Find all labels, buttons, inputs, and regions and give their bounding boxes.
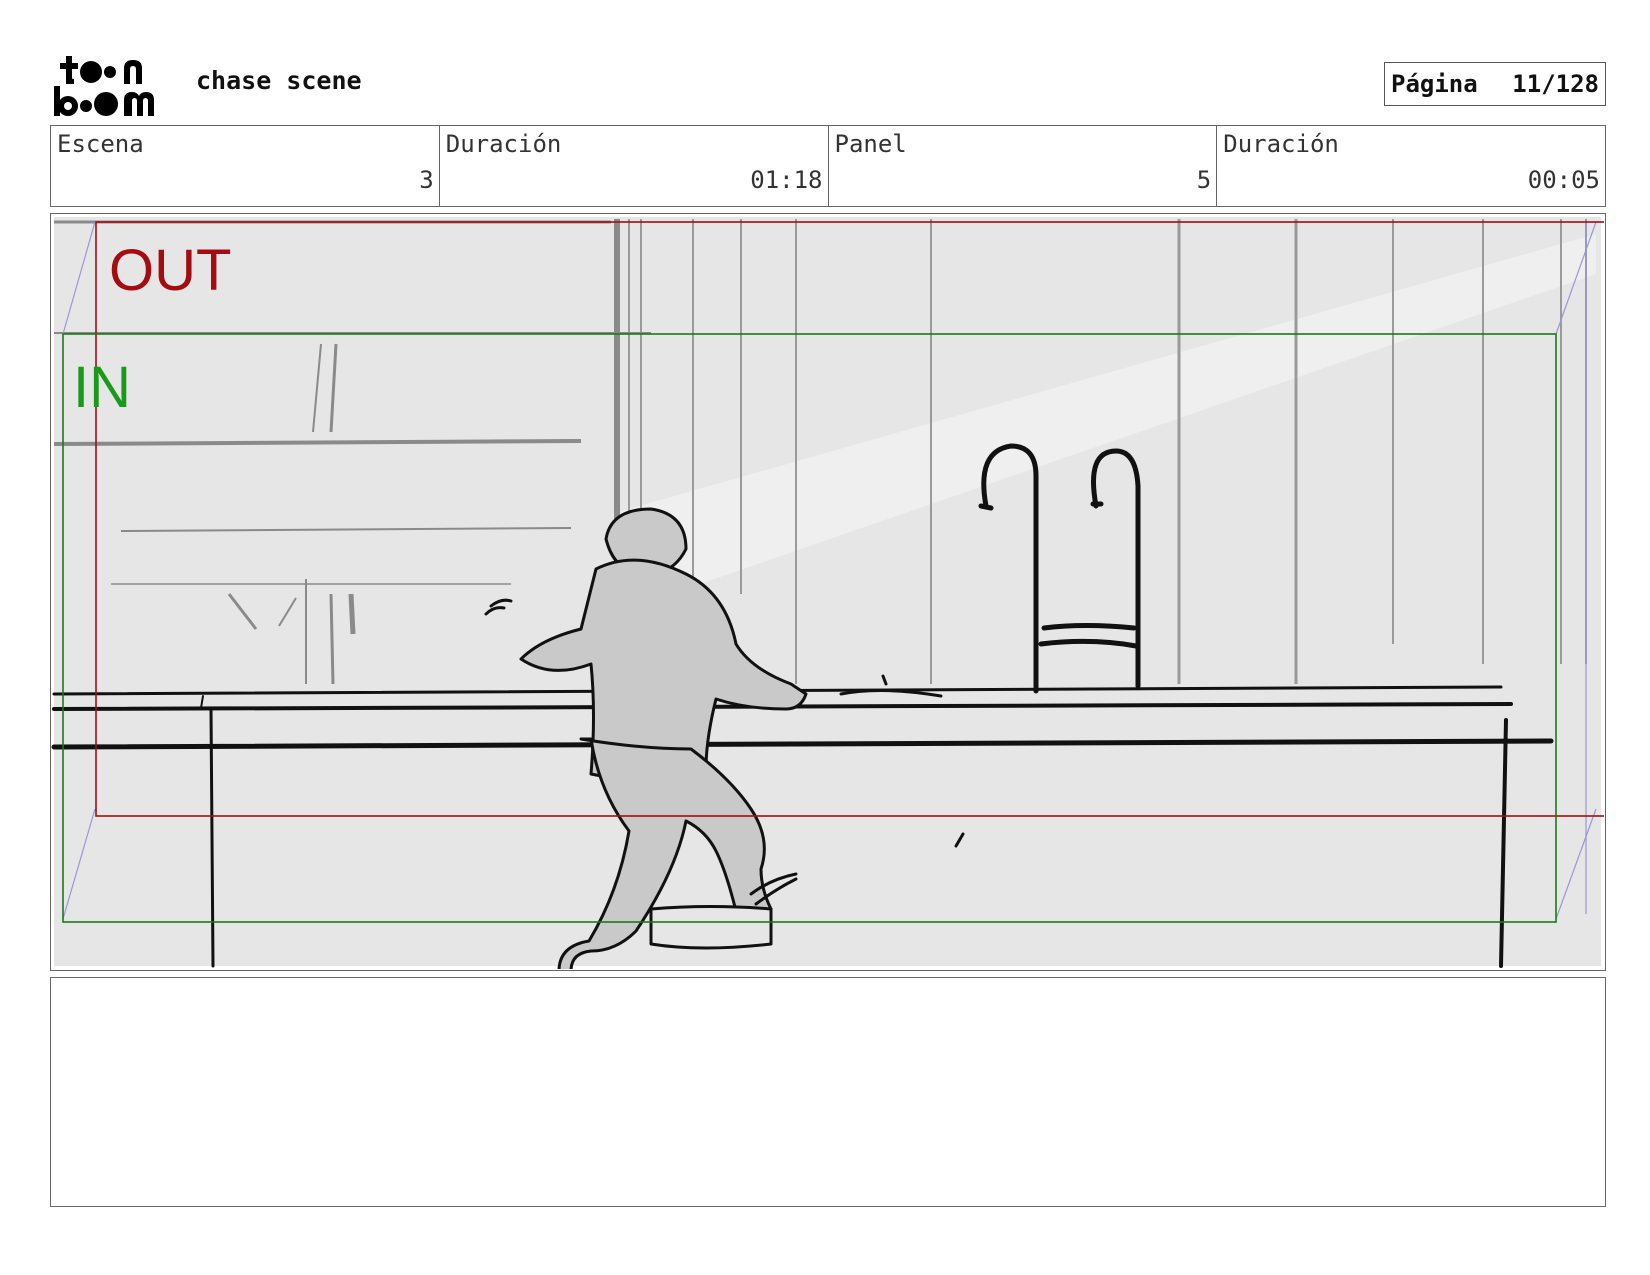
panel-notes-box[interactable] xyxy=(50,977,1606,1207)
scene-value: 3 xyxy=(419,166,434,194)
page-indicator: Página 11/128 xyxy=(1384,62,1606,106)
page-label: Página xyxy=(1391,70,1478,98)
in-frame-label: IN xyxy=(73,355,131,420)
panel-duration-label: Duración xyxy=(1223,130,1339,158)
out-frame-label: OUT xyxy=(109,238,232,303)
scene-label: Escena xyxy=(57,130,144,158)
panel-label: Panel xyxy=(834,130,907,158)
scene-duration-value: 01:18 xyxy=(750,166,823,194)
scene-duration-label: Duración xyxy=(445,130,562,158)
panel-sketch xyxy=(51,217,1604,969)
panel-duration-cell: Duración 00:05 xyxy=(1217,126,1605,206)
project-title: chase scene xyxy=(196,66,362,95)
panel-value: 5 xyxy=(1196,166,1212,194)
panel-cell: Panel 5 xyxy=(829,126,1218,206)
page-number: 11/128 xyxy=(1512,70,1599,98)
toonboom-logo xyxy=(54,56,154,116)
storyboard-panel[interactable]: OUT IN xyxy=(50,213,1606,971)
scene-duration-cell: Duración 01:18 xyxy=(440,126,829,206)
panel-duration-value: 00:05 xyxy=(1527,166,1600,194)
scene-cell: Escena 3 xyxy=(51,126,440,206)
scene-info-row: Escena 3 Duración 01:18 Panel 5 Duración… xyxy=(50,125,1606,207)
